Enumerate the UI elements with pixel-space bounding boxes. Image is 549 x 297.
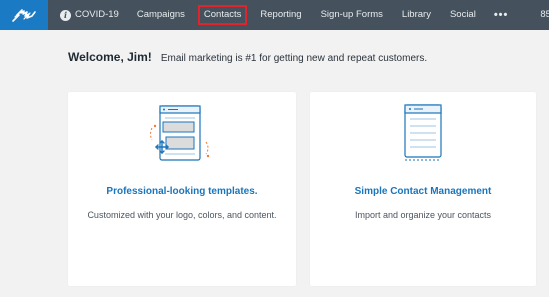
contacts-card[interactable]: Simple Contact Management Import and org… [310,92,536,286]
welcome-banner: Welcome, Jim! Email marketing is #1 for … [68,50,427,64]
templates-card[interactable]: Professional-looking templates. Customiz… [68,92,296,286]
top-nav-bar: i COVID-19 Campaigns Contacts Reporting … [0,0,549,30]
card-title[interactable]: Professional-looking templates. [68,186,296,197]
nav-library[interactable]: Library [402,0,431,30]
logo-icon-graphic [12,9,36,22]
more-menu-button[interactable]: ••• [494,0,509,30]
card-description: Import and organize your contacts [354,210,492,220]
nav-social[interactable]: Social [450,0,476,30]
phone-number[interactable]: 855 [540,0,549,30]
welcome-greeting: Welcome, Jim! [68,50,152,64]
welcome-tagline: Email marketing is #1 for getting new an… [160,53,428,64]
nav-campaigns[interactable]: Campaigns [137,0,185,30]
card-title[interactable]: Simple Contact Management [310,186,536,197]
info-icon: i [60,9,71,21]
contact-list-icon [404,104,442,161]
card-description: Customized with your logo, colors, and c… [87,210,277,220]
nav-reporting[interactable]: Reporting [260,0,301,30]
nav-contacts[interactable]: Contacts [197,5,248,25]
nav-covid-label: COVID-19 [75,9,119,20]
nav-covid[interactable]: i COVID-19 [60,0,119,30]
nav-signup-forms[interactable]: Sign-up Forms [321,0,383,30]
template-editor-icon [150,105,210,161]
logo-icon[interactable] [0,0,48,30]
